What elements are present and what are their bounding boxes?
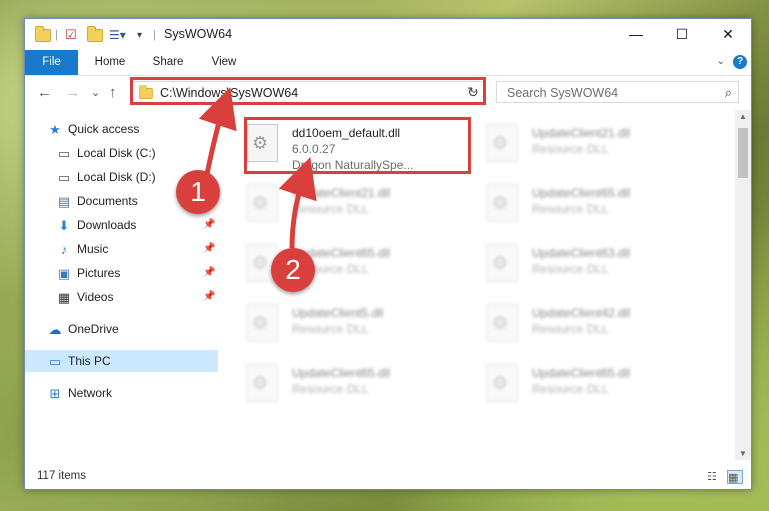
step-badge-1: 1: [176, 170, 220, 214]
arrow-2: [278, 157, 317, 249]
annotation-arrows: [198, 87, 317, 249]
step-badge-2: 2: [271, 248, 315, 292]
